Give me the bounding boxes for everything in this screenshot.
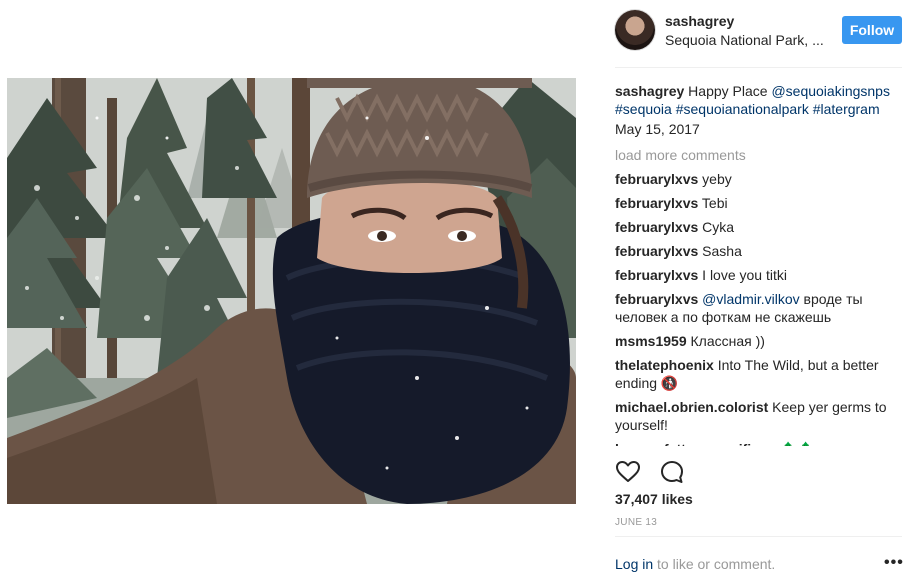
login-prompt: Log in to like or comment. (615, 556, 775, 572)
comment-item: februarylxvs Cyka (615, 218, 900, 236)
comment-item: msms1959 Классная )) (615, 332, 900, 350)
post-photo[interactable] (7, 78, 576, 504)
caption-text: Happy Place (688, 83, 768, 99)
comment-item: michael.obrien.colorist Keep yer germs t… (615, 398, 900, 434)
comment-mention[interactable]: @vladmir.vilkov (702, 291, 799, 307)
comment-text: Классная )) (690, 333, 765, 349)
comment-username[interactable]: februarylxvs (615, 267, 698, 283)
selfie-in-snowy-forest-image (7, 78, 576, 504)
comment-username[interactable]: februarylxvs (615, 171, 698, 187)
caption-date: May 15, 2017 (615, 121, 700, 137)
footer-divider (615, 536, 902, 537)
follow-button[interactable]: Follow (842, 16, 902, 44)
post-actions (615, 459, 699, 483)
comment-text: Tebi (701, 195, 728, 211)
comment-username[interactable]: msms1959 (615, 333, 687, 349)
comment-username[interactable]: februarylxvs (615, 219, 698, 235)
caption: sashagrey Happy Place @sequoiakingsnps #… (615, 82, 900, 118)
load-more-comments-link[interactable]: load more comments (615, 146, 900, 164)
avatar[interactable] (615, 10, 655, 50)
header-location[interactable]: Sequoia National Park, ... (665, 32, 824, 48)
comments-list[interactable]: sashagrey Happy Place @sequoiakingsnps #… (615, 82, 900, 446)
comment-username[interactable]: februarylxvs (615, 291, 698, 307)
header-divider (615, 67, 902, 68)
comment-item: thelatephoenix Into The Wild, but a bett… (615, 356, 900, 392)
post-details-panel: sashagrey Sequoia National Park, ... Fol… (600, 0, 906, 573)
comment-username[interactable]: februarylxvs (615, 243, 698, 259)
comment-item: februarylxvs @vladmir.vilkov вроде ты че… (615, 290, 900, 326)
login-prompt-text: to like or comment. (657, 556, 776, 572)
caption-username[interactable]: sashagrey (615, 83, 684, 99)
comment-text: Cyka (702, 219, 735, 235)
login-link[interactable]: Log in (615, 556, 653, 572)
comment-text: Sasha (702, 243, 742, 259)
heart-icon[interactable] (615, 459, 641, 485)
more-options-icon[interactable]: ••• (884, 554, 904, 572)
comment-item: februarylxvs I love you titki (615, 266, 900, 284)
comment-username[interactable]: februarylxvs (615, 195, 698, 211)
post-date: JUNE 13 (615, 517, 658, 528)
caption-mention[interactable]: @sequoiakingsnps (771, 83, 890, 99)
caption-hashtags[interactable]: #sequoia #sequoianationalpark #latergram (615, 101, 880, 117)
comment-text: I love you titki (702, 267, 787, 283)
comment-item: la_moufette_magnifique 🌲🌲 (615, 440, 900, 446)
comment-username[interactable]: thelatephoenix (615, 357, 714, 373)
comment-text: yeby (702, 171, 732, 187)
comment-bubble-icon[interactable] (659, 459, 685, 485)
comment-item: februarylxvs Tebi (615, 194, 900, 212)
comment-item: februarylxvs yeby (615, 170, 900, 188)
header-username[interactable]: sashagrey (665, 13, 734, 29)
comment-username[interactable]: michael.obrien.colorist (615, 399, 768, 415)
comment-item: februarylxvs Sasha (615, 242, 900, 260)
comment-text: 🌲🌲 (780, 441, 815, 446)
comment-username[interactable]: la_moufette_magnifique (615, 441, 776, 446)
instagram-post-page: sashagrey Sequoia National Park, ... Fol… (0, 0, 906, 573)
likes-count[interactable]: 37,407 likes (615, 491, 693, 507)
